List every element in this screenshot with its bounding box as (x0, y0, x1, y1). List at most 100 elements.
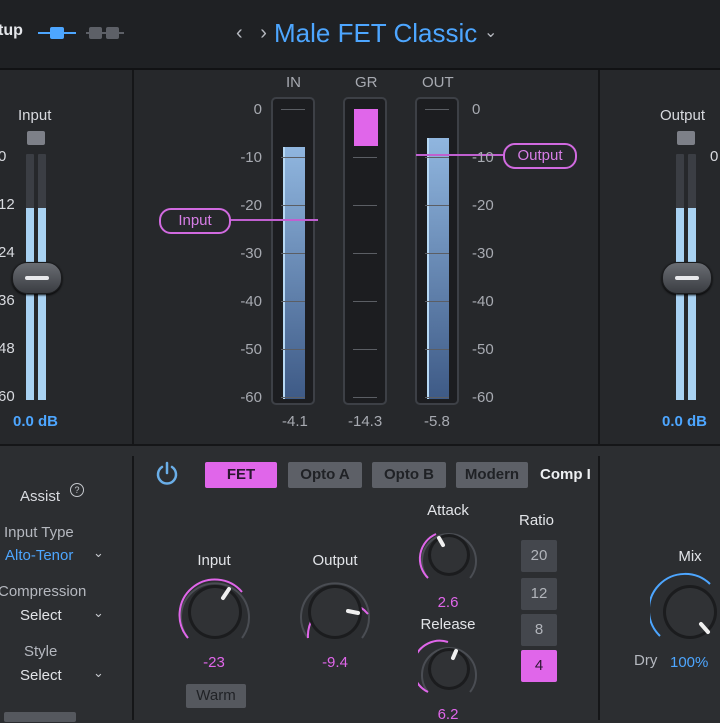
meter-scale-tick-label: -50 (240, 341, 262, 358)
in-meter-value: -4.1 (282, 413, 308, 430)
input-scale-tick-label: 48 (0, 340, 15, 357)
assist-label: Assist (20, 488, 61, 505)
gr-meter (343, 97, 387, 405)
output-callout: Output (503, 143, 577, 169)
warm-button[interactable]: Warm (186, 684, 246, 708)
out-meter-value: -5.8 (424, 413, 450, 430)
out-meter-level (427, 137, 449, 399)
ratio-button-12[interactable]: 12 (521, 578, 557, 610)
meter-scale-tick-label: -40 (240, 293, 262, 310)
meter-scale-tick-label: -50 (472, 341, 494, 358)
output-knob-value: -9.4 (322, 654, 348, 671)
preset-chevron-icon[interactable]: ⌄ (484, 22, 497, 42)
meter-tick (281, 349, 305, 350)
ratio-button-8[interactable]: 8 (521, 614, 557, 646)
help-icon[interactable]: ? (70, 483, 84, 497)
meter-scale-tick-label: 0 (253, 101, 262, 118)
output-meter-scale-top: 0 (710, 148, 719, 165)
attack-knob-value: 2.6 (437, 594, 459, 611)
meter-tick (281, 397, 305, 398)
meter-scale-tick-label: -60 (472, 389, 494, 406)
chevron-down-icon[interactable]: ⌄ (93, 665, 104, 681)
meter-tick (353, 205, 377, 206)
meter-scale-tick-label: -60 (240, 389, 262, 406)
input-knob-value: -23 (203, 654, 225, 671)
input-callout: Input (159, 208, 231, 234)
input-scale-tick-label: 12 (0, 196, 15, 213)
meter-tick (353, 397, 377, 398)
type-button-opto-a[interactable]: Opto A (288, 462, 362, 488)
link-toggle-icon[interactable] (38, 25, 76, 41)
mix-knob-label: Mix (678, 548, 702, 565)
output-fader-handle[interactable] (662, 262, 712, 294)
meter-tick (281, 157, 305, 158)
reset-button[interactable] (4, 712, 76, 722)
type-button-modern[interactable]: Modern (456, 462, 528, 488)
setup-menu-label[interactable]: tup (0, 22, 23, 40)
input-type-label: Input Type (4, 524, 74, 541)
release-knob-value: 6.2 (437, 706, 459, 723)
meter-tick (353, 301, 377, 302)
split-view-icon[interactable] (86, 25, 124, 41)
input-scale-tick-label: 36 (0, 292, 15, 309)
meter-tick (353, 349, 377, 350)
input-type-dropdown[interactable]: Alto-Tenor (5, 547, 73, 564)
input-knob-label: Input (197, 552, 231, 569)
style-dropdown[interactable]: Select (20, 667, 62, 684)
meter-scale-tick-label: -10 (472, 149, 494, 166)
release-knob[interactable] (418, 638, 480, 700)
meter-tick (281, 253, 305, 254)
meter-tick (425, 253, 449, 254)
meter-tick (425, 349, 449, 350)
gr-meter-level (354, 109, 378, 147)
meter-tick (281, 301, 305, 302)
in-meter-label: IN (286, 74, 301, 91)
meter-scale-tick-label: -10 (240, 149, 262, 166)
compression-dropdown[interactable]: Select (20, 607, 62, 624)
input-gain-readout[interactable]: 0.0 dB (13, 413, 58, 430)
meter-tick (353, 157, 377, 158)
output-gain-readout[interactable]: 0.0 dB (662, 413, 707, 430)
preset-nav-arrows[interactable]: ‹ › (236, 22, 273, 45)
type-button-opto-b[interactable]: Opto B (372, 462, 446, 488)
input-fader-handle[interactable] (12, 262, 62, 294)
meter-tick (425, 397, 449, 398)
input-callout-line (228, 219, 318, 221)
meter-scale-tick-label: -40 (472, 293, 494, 310)
divider (132, 70, 134, 446)
type-button-fet[interactable]: FET (205, 462, 277, 488)
attack-knob[interactable] (418, 524, 480, 586)
out-meter (415, 97, 459, 405)
output-knob[interactable] (296, 574, 374, 646)
mix-value[interactable]: 100% (670, 654, 708, 671)
divider (132, 456, 134, 720)
attack-knob-label: Attack (427, 502, 469, 519)
gr-meter-value: -14.3 (348, 413, 383, 430)
output-knob-label: Output (312, 552, 358, 569)
gr-meter-label: GR (355, 74, 378, 91)
style-label: Style (24, 643, 58, 660)
input-scale-tick-label: 60 (0, 388, 15, 405)
input-knob[interactable] (176, 574, 254, 646)
in-meter (271, 97, 315, 405)
mix-knob[interactable] (650, 572, 720, 650)
out-meter-label: OUT (422, 74, 454, 91)
output-peak-indicator (677, 131, 695, 145)
input-meter-title: Input (18, 107, 52, 124)
input-scale-tick-label: 0 (0, 148, 7, 165)
ratio-label: Ratio (519, 512, 555, 529)
ratio-button-20[interactable]: 20 (521, 540, 557, 572)
chevron-down-icon[interactable]: ⌄ (93, 605, 104, 621)
meter-scale-tick-label: 0 (472, 101, 481, 118)
meter-tick (281, 205, 305, 206)
ratio-button-4[interactable]: 4 (521, 650, 557, 682)
input-scale-tick-label: 24 (0, 244, 15, 261)
power-icon[interactable] (154, 461, 180, 487)
output-meter-title: Output (660, 107, 706, 124)
meter-tick (425, 205, 449, 206)
comp-type-label: Comp I (540, 466, 591, 483)
meter-scale-tick-label: -20 (240, 197, 262, 214)
chevron-down-icon[interactable]: ⌄ (93, 545, 104, 561)
preset-name[interactable]: Male FET Classic (274, 18, 477, 49)
in-meter-level (283, 147, 305, 399)
